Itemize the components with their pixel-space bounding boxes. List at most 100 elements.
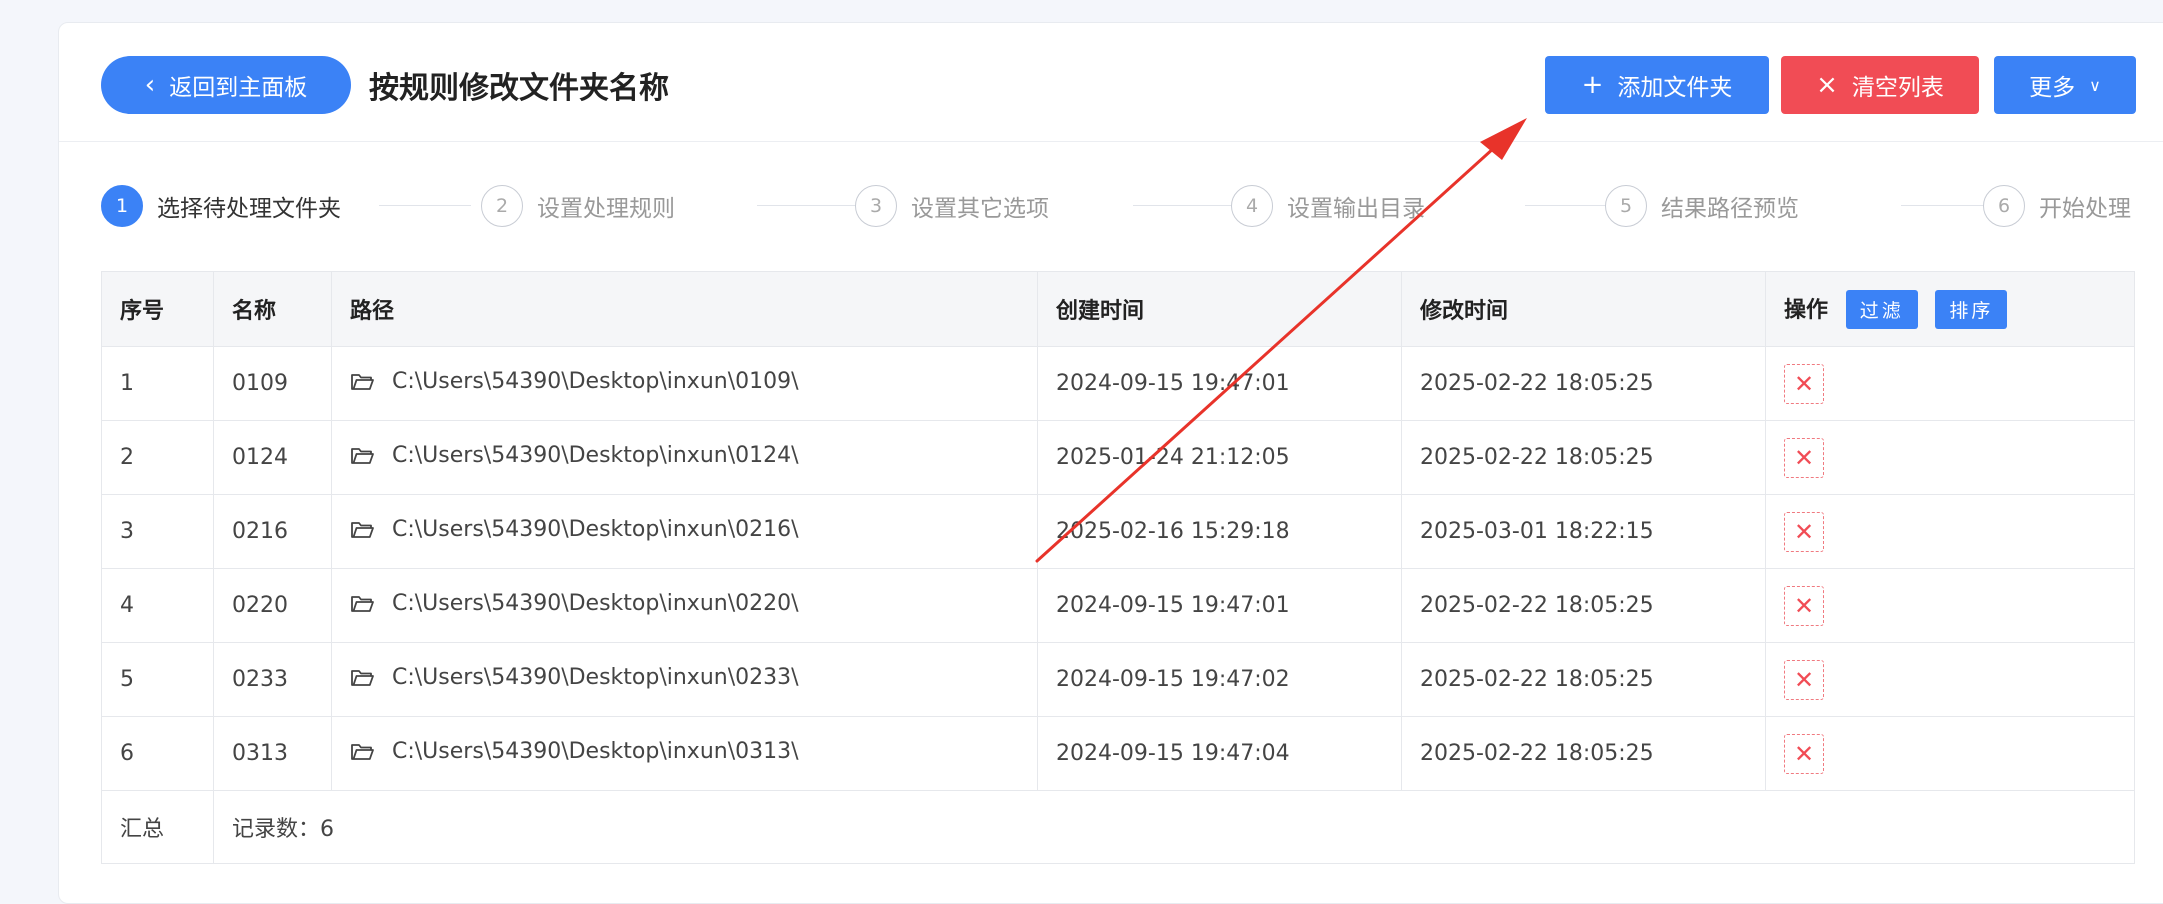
step-4[interactable]: 4 设置输出目录 [1231,185,1425,227]
cell-modified: 2025-02-22 18:05:25 [1401,346,1766,421]
step-2[interactable]: 2 设置处理规则 [481,185,675,227]
step-label: 设置输出目录 [1287,196,1425,222]
table-row[interactable]: 3 0216 C:\Users\54390\Desktop\inxun\0216\ 2… [101,494,2135,569]
cell-created: 2024-09-15 19:47:01 [1037,346,1402,421]
step-number: 4 [1231,185,1273,227]
table-row[interactable]: 4 0220 C:\Users\54390\Desktop\inxun\0220\ 2… [101,568,2135,643]
cell-index: 6 [101,716,214,791]
plus-icon: + [1581,70,1604,100]
cell-path: C:\Users\54390\Desktop\inxun\0124\ [331,420,1038,495]
folder-open-icon [350,668,374,694]
step-number: 6 [1983,185,2025,227]
more-dropdown-button[interactable]: 更多 ∨ [1994,56,2136,114]
step-number: 2 [481,185,523,227]
cell-actions: ✕ [1765,494,2135,569]
cell-modified: 2025-02-22 18:05:25 [1401,642,1766,717]
cell-modified: 2025-02-22 18:05:25 [1401,716,1766,791]
cell-modified: 2025-02-22 18:05:25 [1401,420,1766,495]
actions-header-label: 操作 [1784,297,1829,323]
table-row[interactable]: 6 0313 C:\Users\54390\Desktop\inxun\0313\ 2… [101,716,2135,791]
col-actions-header: 操作 过滤 排序 [1765,271,2135,347]
delete-x-icon: ✕ [1793,369,1815,398]
sort-button[interactable]: 排序 [1935,289,2008,329]
delete-x-icon: ✕ [1793,443,1815,472]
folder-open-icon [350,372,374,398]
table-row[interactable]: 1 0109 C:\Users\54390\Desktop\inxun\0109\ 2… [101,346,2135,421]
clear-list-button[interactable]: × 清空列表 [1781,56,1979,114]
close-icon: × [1816,70,1838,100]
step-5[interactable]: 5 结果路径预览 [1605,185,1799,227]
cell-actions: ✕ [1765,568,2135,643]
delete-row-button[interactable]: ✕ [1784,659,1824,700]
page-title: 按规则修改文件夹名称 [369,71,669,106]
cell-index: 1 [101,346,214,421]
cell-name: 0220 [213,568,332,643]
summary-record-count: 记录数：6 [213,790,2135,864]
cell-name: 0216 [213,494,332,569]
header-bar: ‹ 返回到主面板 按规则修改文件夹名称 + 添加文件夹 × 清空列表 更多 ∨ [59,23,2163,142]
delete-row-button[interactable]: ✕ [1784,437,1824,478]
cell-name: 0109 [213,346,332,421]
step-number: 3 [855,185,897,227]
cell-created: 2024-09-15 19:47:02 [1037,642,1402,717]
step-1[interactable]: 1 选择待处理文件夹 [101,185,341,227]
folder-open-icon [350,594,374,620]
folder-table: 序号 名称 路径 创建时间 修改时间 操作 过滤 排序 1 0109 C:\User… [101,271,2135,864]
cell-path-text: C:\Users\54390\Desktop\inxun\0220\ [392,591,799,616]
cell-path: C:\Users\54390\Desktop\inxun\0216\ [331,494,1038,569]
table-header-row: 序号 名称 路径 创建时间 修改时间 操作 过滤 排序 [101,271,2135,347]
cell-name: 0233 [213,642,332,717]
delete-row-button[interactable]: ✕ [1784,511,1824,552]
back-button-label: 返回到主面板 [169,75,308,101]
add-folder-button[interactable]: + 添加文件夹 [1545,56,1769,114]
cell-index: 3 [101,494,214,569]
cell-modified: 2025-02-22 18:05:25 [1401,568,1766,643]
step-label: 设置其它选项 [911,196,1049,222]
delete-x-icon: ✕ [1793,591,1815,620]
table-row[interactable]: 2 0124 C:\Users\54390\Desktop\inxun\0124\ 2… [101,420,2135,495]
folder-open-icon [350,446,374,472]
folder-open-icon [350,520,374,546]
col-path-header: 路径 [331,271,1038,347]
back-to-dashboard-button[interactable]: ‹ 返回到主面板 [101,56,351,114]
cell-path-text: C:\Users\54390\Desktop\inxun\0124\ [392,443,799,468]
cell-actions: ✕ [1765,420,2135,495]
main-card: ‹ 返回到主面板 按规则修改文件夹名称 + 添加文件夹 × 清空列表 更多 ∨ … [58,22,2163,904]
cell-path: C:\Users\54390\Desktop\inxun\0233\ [331,642,1038,717]
step-6[interactable]: 6 开始处理 [1983,185,2131,227]
cell-name: 0124 [213,420,332,495]
step-connector [379,205,471,206]
step-label: 选择待处理文件夹 [157,196,341,222]
cell-created: 2025-02-16 15:29:18 [1037,494,1402,569]
delete-x-icon: ✕ [1793,665,1815,694]
cell-index: 2 [101,420,214,495]
delete-row-button[interactable]: ✕ [1784,733,1824,774]
cell-created: 2025-01-24 21:12:05 [1037,420,1402,495]
step-number: 1 [101,185,143,227]
cell-created: 2024-09-15 19:47:01 [1037,568,1402,643]
delete-row-button[interactable]: ✕ [1784,585,1824,626]
delete-row-button[interactable]: ✕ [1784,363,1824,404]
cell-path: C:\Users\54390\Desktop\inxun\0313\ [331,716,1038,791]
clear-list-label: 清空列表 [1851,75,1944,101]
cell-modified: 2025-03-01 18:22:15 [1401,494,1766,569]
delete-x-icon: ✕ [1793,517,1815,546]
cell-created: 2024-09-15 19:47:04 [1037,716,1402,791]
cell-name: 0313 [213,716,332,791]
table-body: 1 0109 C:\Users\54390\Desktop\inxun\0109\ 2… [101,346,2135,791]
table-row[interactable]: 5 0233 C:\Users\54390\Desktop\inxun\0233\ 2… [101,642,2135,717]
cell-path-text: C:\Users\54390\Desktop\inxun\0216\ [392,517,799,542]
cell-path-text: C:\Users\54390\Desktop\inxun\0109\ [392,369,799,394]
step-3[interactable]: 3 设置其它选项 [855,185,1049,227]
col-created-header: 创建时间 [1037,271,1402,347]
add-folder-label: 添加文件夹 [1617,75,1733,101]
summary-label: 汇总 [101,790,214,864]
step-label: 开始处理 [2039,196,2131,222]
filter-button[interactable]: 过滤 [1845,289,1918,329]
step-progress: 1 选择待处理文件夹 2 设置处理规则 3 设置其它选项 4 设置输出目录 5 … [101,185,2163,235]
cell-path: C:\Users\54390\Desktop\inxun\0109\ [331,346,1038,421]
cell-index: 4 [101,568,214,643]
cell-path-text: C:\Users\54390\Desktop\inxun\0313\ [392,739,799,764]
col-name-header: 名称 [213,271,332,347]
cell-path: C:\Users\54390\Desktop\inxun\0220\ [331,568,1038,643]
